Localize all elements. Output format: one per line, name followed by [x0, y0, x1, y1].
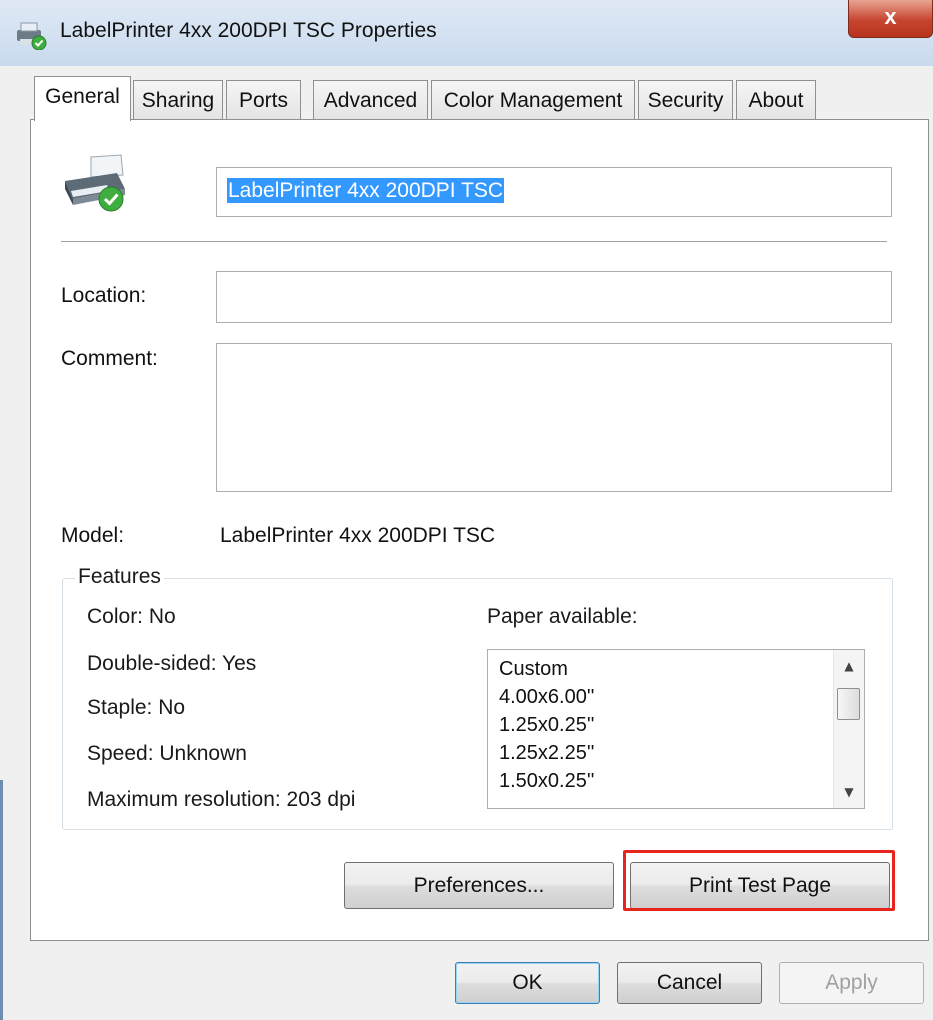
tab-security[interactable]: Security — [638, 80, 733, 119]
printer-properties-dialog: LabelPrinter 4xx 200DPI TSC Properties x… — [0, 0, 933, 1020]
feature-staple: Staple: No — [87, 696, 186, 719]
features-group: Features Color: No Double-sided: Yes Sta… — [62, 565, 893, 830]
paper-list[interactable]: Custom 4.00x6.00'' 1.25x0.25'' 1.25x2.25… — [487, 649, 865, 809]
list-item[interactable]: 4.00x6.00'' — [499, 686, 595, 709]
close-button[interactable]: x — [848, 0, 933, 38]
model-label: Model: — [61, 524, 125, 547]
preferences-button[interactable]: Preferences... — [344, 862, 614, 909]
ok-button[interactable]: OK — [455, 962, 600, 1004]
printer-name-value: LabelPrinter 4xx 200DPI TSC — [227, 178, 505, 203]
feature-speed: Speed: Unknown — [87, 742, 247, 765]
printer-icon — [65, 154, 125, 212]
window-edge — [0, 780, 3, 1020]
scrollbar-thumb[interactable] — [837, 688, 860, 720]
location-label: Location: — [61, 284, 147, 307]
general-tab-panel: LabelPrinter 4xx 200DPI TSC Location: Co… — [30, 119, 929, 941]
separator — [61, 241, 887, 243]
comment-field[interactable] — [216, 343, 892, 492]
tab-about[interactable]: About — [736, 80, 816, 119]
title-bar: LabelPrinter 4xx 200DPI TSC Properties x — [0, 0, 933, 66]
tab-ports[interactable]: Ports — [226, 80, 301, 119]
list-item[interactable]: 1.50x0.25'' — [499, 770, 595, 793]
scroll-down-arrow-icon[interactable]: ▼ — [834, 778, 864, 806]
scroll-up-arrow-icon[interactable]: ▲ — [834, 652, 864, 680]
feature-color: Color: No — [87, 605, 176, 628]
feature-double-sided: Double-sided: Yes — [87, 652, 257, 675]
tab-general[interactable]: General — [34, 76, 131, 121]
window-title: LabelPrinter 4xx 200DPI TSC Properties — [60, 19, 437, 42]
list-item[interactable]: 1.25x0.25'' — [499, 714, 595, 737]
paper-available-label: Paper available: — [487, 605, 638, 628]
tab-sharing[interactable]: Sharing — [133, 80, 223, 119]
printer-name-field[interactable]: LabelPrinter 4xx 200DPI TSC — [216, 167, 892, 217]
tab-advanced[interactable]: Advanced — [313, 80, 428, 119]
model-value: LabelPrinter 4xx 200DPI TSC — [220, 524, 496, 547]
list-item[interactable]: 1.25x2.25'' — [499, 742, 595, 765]
printer-icon — [17, 22, 47, 50]
feature-max-resolution: Maximum resolution: 203 dpi — [87, 788, 356, 811]
features-legend: Features — [75, 565, 164, 589]
tab-color-management[interactable]: Color Management — [431, 80, 635, 119]
location-field[interactable] — [216, 271, 892, 323]
cancel-button[interactable]: Cancel — [617, 962, 762, 1004]
comment-label: Comment: — [61, 347, 158, 370]
apply-button[interactable]: Apply — [779, 962, 924, 1004]
highlight-box — [623, 850, 895, 911]
paper-list-scrollbar[interactable]: ▲ ▼ — [833, 650, 864, 808]
list-item[interactable]: Custom — [499, 658, 568, 681]
